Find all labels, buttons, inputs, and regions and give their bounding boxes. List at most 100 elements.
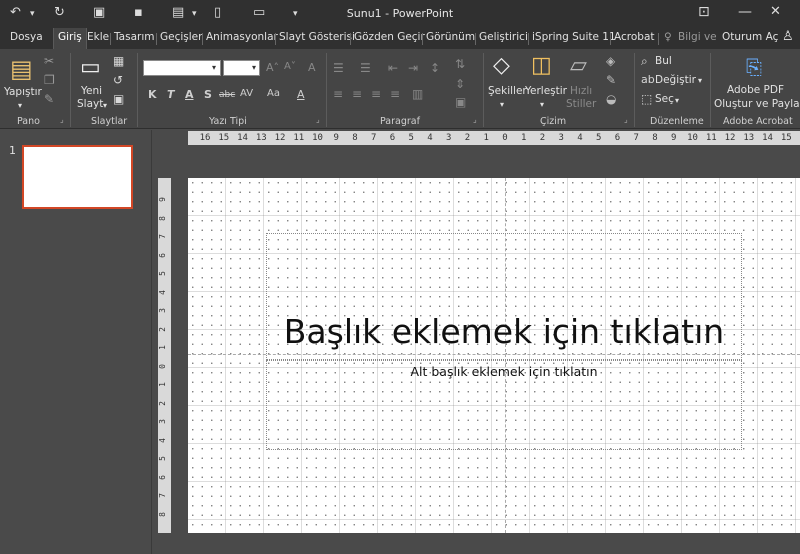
shape-fill-icon[interactable]: ◈ [606, 54, 615, 68]
reset-slide-icon[interactable]: ↺ [113, 73, 123, 87]
tab-gecisler[interactable]: Geçişler [160, 31, 202, 43]
tab-ekle[interactable]: Ekle [87, 31, 109, 43]
quick-styles-icon[interactable]: ▱ [570, 53, 587, 78]
tab-gozden-gecir[interactable]: Gözden Geçir [354, 31, 425, 43]
arrange-icon[interactable]: ◫ [531, 53, 552, 78]
ruler-tick-label: 3 [558, 133, 564, 143]
ruler-tick-label: 16 [199, 133, 211, 143]
change-case-button[interactable]: Aa [267, 88, 280, 99]
share-person-icon[interactable]: ♙ [782, 29, 794, 44]
new-slide-label[interactable]: Yeni [81, 85, 102, 98]
title-bar: ↶ ▾ ↻ ▣ ▪ ▤ ▾ ▯ ▭ ▾ Sunu1 - PowerPoint ⊡… [0, 0, 800, 28]
ruler-tick-label: 3 [157, 308, 167, 313]
tab-acrobat[interactable]: Acrobat [614, 31, 655, 43]
shape-effects-icon[interactable]: ◒ [606, 92, 616, 106]
vertical-ruler[interactable]: 9 8 7 6 5 4 3 2 1 0 1 2 3 4 5 6 7 8 [158, 178, 171, 533]
tab-giris[interactable]: Giriş [53, 28, 87, 49]
tab-tasarim[interactable]: Tasarım [114, 31, 154, 43]
font-name-combo[interactable] [143, 60, 221, 76]
new-slide-button[interactable]: Slayt [77, 98, 103, 111]
copy-icon[interactable]: ❐ [44, 73, 55, 87]
grow-font-icon[interactable]: A˄ [266, 61, 279, 74]
ribbon-display-icon[interactable]: ⊡ [698, 4, 710, 20]
align-right-icon[interactable]: ≡ [371, 87, 381, 101]
sign-in-link[interactable]: Oturum Aç [722, 31, 778, 43]
align-center-icon[interactable]: ≡ [352, 87, 362, 101]
paste-clipboard-icon[interactable]: ▤ [10, 55, 33, 83]
cut-icon[interactable]: ✂ [44, 54, 54, 68]
quick-styles-button[interactable]: Stiller [566, 98, 596, 111]
arrange-button[interactable]: Yerleştir [525, 85, 567, 98]
shapes-dropdown-icon[interactable]: ▾ [500, 98, 504, 111]
tab-ispring[interactable]: iSpring Suite 11 [532, 31, 616, 43]
font-size-dropdown-icon[interactable]: ▾ [252, 61, 256, 74]
section-icon[interactable]: ▣ [113, 92, 124, 106]
replace-dropdown-icon[interactable]: ▾ [698, 74, 702, 87]
columns-icon[interactable]: ▥ [412, 87, 423, 101]
select-dropdown-icon[interactable]: ▾ [675, 94, 679, 107]
shapes-button[interactable]: Şekiller [488, 85, 527, 98]
slide-title[interactable]: Başlık eklemek için tıklatın [266, 312, 742, 351]
select-icon[interactable]: ⬚ [641, 92, 652, 106]
tab-gelistirici[interactable]: Geliştirici [479, 31, 528, 43]
select-button[interactable]: Seç [655, 93, 674, 106]
ruler-tick-label: 13 [255, 133, 267, 143]
paste-dropdown-icon[interactable]: ▾ [18, 99, 22, 112]
tab-dosya[interactable]: Dosya [10, 31, 43, 43]
find-icon[interactable]: ⌕ [641, 54, 648, 69]
increase-indent-icon[interactable]: ⇥ [408, 61, 418, 75]
align-text-icon[interactable]: ⇕ [455, 77, 465, 91]
find-button[interactable]: Bul [655, 55, 672, 68]
strikethrough-button[interactable]: abc [219, 90, 235, 100]
dialog-launcher-icon[interactable]: ⌟ [60, 115, 64, 124]
close-icon[interactable]: ✕ [770, 4, 781, 19]
arrange-dropdown-icon[interactable]: ▾ [540, 98, 544, 111]
quick-styles-label[interactable]: Hızlı [570, 85, 592, 98]
shape-outline-icon[interactable]: ✎ [606, 73, 616, 87]
shadow-button[interactable]: S [204, 88, 212, 101]
dialog-launcher-icon[interactable]: ⌟ [316, 115, 320, 124]
italic-button[interactable]: T [167, 88, 175, 101]
char-spacing-button[interactable]: AV [240, 88, 253, 99]
numbering-icon[interactable]: ☰ [360, 61, 371, 75]
minimize-icon[interactable]: — [738, 4, 752, 20]
ruler-tick-label: 10 [687, 133, 698, 143]
clear-format-icon[interactable]: A [308, 61, 316, 74]
group-separator [634, 53, 635, 127]
font-name-dropdown-icon[interactable]: ▾ [212, 61, 216, 74]
replace-icon[interactable]: ab [641, 73, 655, 86]
tab-gorunum[interactable]: Görünüm [426, 31, 475, 43]
ruler-tick-label: 13 [743, 133, 755, 143]
font-color-button[interactable]: A [297, 88, 305, 101]
shrink-font-icon[interactable]: A˅ [284, 61, 296, 72]
dialog-launcher-icon[interactable]: ⌟ [624, 115, 628, 124]
new-slide-icon[interactable]: ▭ [80, 55, 101, 80]
align-left-icon[interactable]: ≡ [333, 87, 343, 101]
justify-icon[interactable]: ≡ [390, 87, 400, 101]
adobe-pdf-icon[interactable]: ⎘ [746, 55, 762, 79]
layout-button-icon[interactable]: ▦ [113, 54, 124, 68]
paste-button[interactable]: Yapıştır [4, 86, 42, 99]
slide-subtitle[interactable]: Alt başlık eklemek için tıklatın [266, 364, 742, 379]
tab-animasyonlar[interactable]: Animasyonlar [206, 31, 278, 43]
replace-button[interactable]: Değiştir [655, 74, 696, 87]
new-slide-dropdown-icon[interactable]: ▾ [103, 99, 107, 112]
underline-button[interactable]: A [185, 88, 194, 101]
tell-me-input[interactable]: Bilgi ve [678, 31, 717, 43]
bold-button[interactable]: K [148, 88, 157, 101]
text-direction-icon[interactable]: ⇅ [455, 57, 465, 71]
shapes-icon[interactable]: ◇ [493, 53, 510, 78]
decrease-indent-icon[interactable]: ⇤ [388, 61, 398, 75]
group-separator [137, 53, 138, 127]
bullets-icon[interactable]: ☰ [333, 61, 344, 75]
dialog-launcher-icon[interactable]: ⌟ [473, 115, 477, 124]
adobe-pdf-button[interactable]: Oluştur ve Paylaş [714, 98, 800, 111]
ruler-tick-label: 7 [157, 234, 167, 239]
slide-thumbnail[interactable] [22, 145, 133, 209]
adobe-pdf-label[interactable]: Adobe PDF [727, 84, 784, 97]
ruler-tick-label: 6 [389, 133, 396, 143]
tab-slayt-gosterisi[interactable]: Slayt Gösterisi [279, 31, 355, 43]
smartart-icon[interactable]: ▣ [455, 95, 466, 109]
format-painter-icon[interactable]: ✎ [44, 92, 54, 106]
line-spacing-icon[interactable]: ↕ [430, 61, 440, 75]
